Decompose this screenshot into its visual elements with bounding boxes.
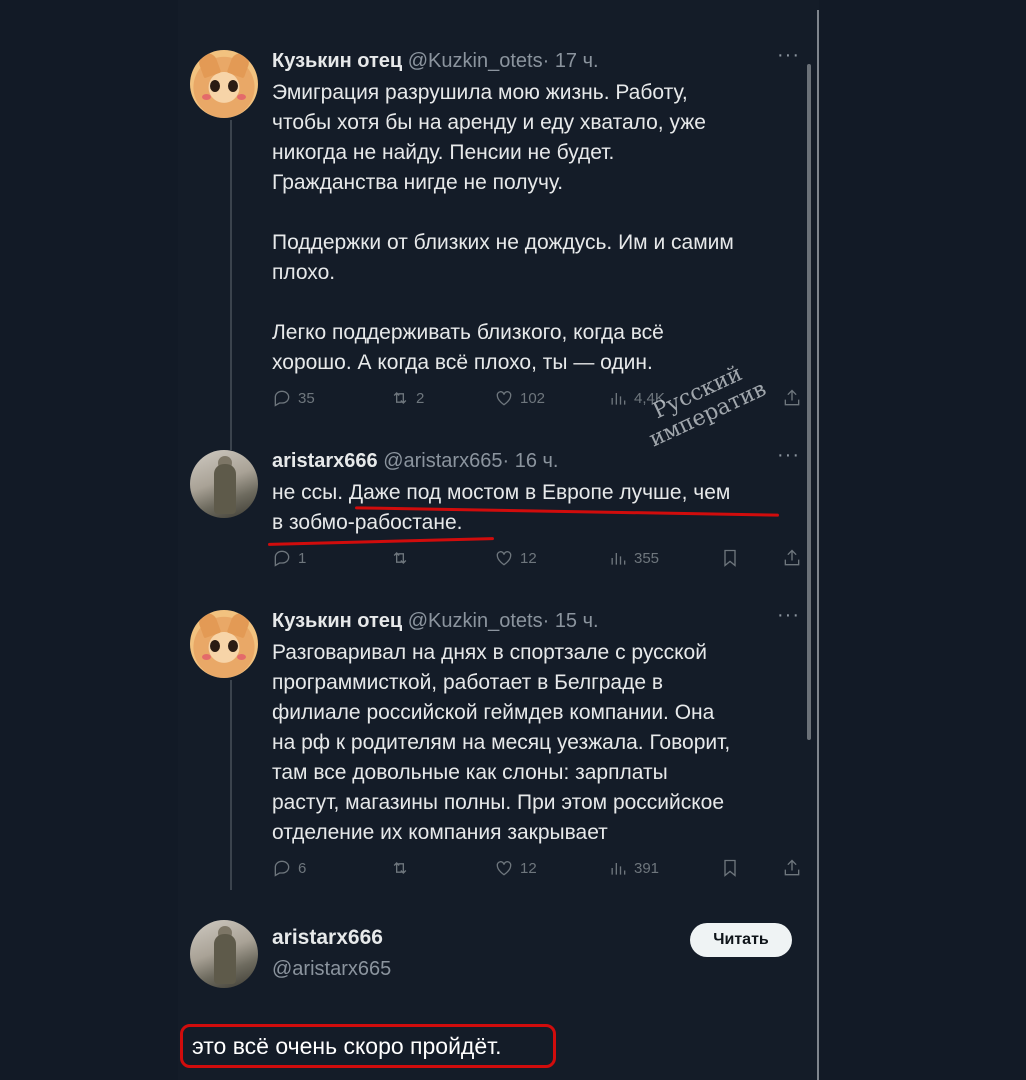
avatar-aristarx[interactable] [190, 920, 258, 988]
bookmark-icon [724, 549, 736, 567]
views-icon [611, 393, 626, 405]
tweet-header: Кузькин отец @Kuzkin_otets· 17 ч. [272, 50, 599, 72]
heart-icon [496, 551, 512, 566]
repost-icon [393, 862, 407, 874]
share-button[interactable] [782, 858, 802, 878]
main-post-text: это всё очень скоро пройдёт. [180, 1024, 556, 1068]
repost-button[interactable] [390, 858, 410, 878]
views-button[interactable]: 391 [608, 858, 659, 878]
views-button[interactable]: 355 [608, 548, 659, 568]
bookmark-button[interactable] [720, 858, 740, 878]
heart-icon [496, 391, 512, 406]
more-icon[interactable]: ··· [777, 44, 800, 67]
author-name[interactable]: Кузькин отец [272, 50, 402, 72]
author-handle[interactable]: @Kuzkin_otets [408, 610, 543, 632]
repost-button[interactable]: 2 [390, 388, 424, 408]
avatar-kuzkin[interactable] [190, 50, 258, 118]
share-icon [784, 859, 800, 876]
views-icon [611, 553, 626, 565]
follow-button[interactable]: Читать [690, 923, 792, 957]
bookmark-button[interactable] [720, 548, 740, 568]
timestamp[interactable]: 15 ч. [555, 610, 599, 632]
tweet-1[interactable]: Кузькин отец @Kuzkin_otets· 17 ч. ··· Эм… [178, 44, 808, 410]
author-name[interactable]: Кузькин отец [272, 610, 402, 632]
repost-icon [393, 552, 407, 564]
tweet-text: не ссы. Даже под мостом в Европе лучше, … [272, 481, 731, 534]
repost-icon [393, 392, 407, 404]
reply-icon [274, 550, 290, 567]
reply-icon [274, 860, 290, 877]
tweet-actions: 1 12 355 [272, 548, 812, 572]
views-icon [611, 863, 626, 875]
more-icon[interactable]: ··· [777, 444, 800, 467]
share-button[interactable] [782, 548, 802, 568]
more-icon[interactable]: ··· [777, 604, 800, 627]
share-icon [784, 389, 800, 406]
reply-icon [274, 390, 290, 407]
panel-border [817, 10, 819, 1080]
avatar-kuzkin[interactable] [190, 610, 258, 678]
author-handle[interactable]: @aristarx665 [383, 450, 502, 472]
author-handle[interactable]: @aristarx665 [272, 958, 391, 981]
reply-button[interactable]: 35 [272, 388, 315, 408]
share-button[interactable] [782, 388, 802, 408]
like-button[interactable]: 12 [494, 548, 537, 568]
tweet-text: Разговаривал на днях в спортзале с русск… [272, 641, 731, 844]
heart-icon [496, 861, 512, 876]
tweet-header: aristarx666 @aristarx665· 16 ч. [272, 450, 559, 472]
repost-button[interactable] [390, 548, 410, 568]
author-handle[interactable]: @Kuzkin_otets [408, 50, 543, 72]
avatar-aristarx[interactable] [190, 450, 258, 518]
bookmark-icon [724, 859, 736, 877]
tweet-3[interactable]: Кузькин отец @Kuzkin_otets· 15 ч. ··· Ра… [178, 604, 808, 900]
timestamp[interactable]: 16 ч. [515, 450, 559, 472]
share-icon [784, 549, 800, 566]
tweet-text: Эмиграция разрушила мою жизнь. Работу, ч… [272, 81, 734, 374]
author-name[interactable]: aristarx666 [272, 450, 378, 472]
reply-button[interactable]: 1 [272, 548, 306, 568]
like-button[interactable]: 102 [494, 388, 545, 408]
reply-button[interactable]: 6 [272, 858, 306, 878]
author-name[interactable]: aristarx666 [272, 926, 383, 950]
tweet-actions: 6 12 391 [272, 858, 812, 882]
timestamp[interactable]: 17 ч. [555, 50, 599, 72]
like-button[interactable]: 12 [494, 858, 537, 878]
tweet-header: Кузькин отец @Kuzkin_otets· 15 ч. [272, 610, 599, 632]
